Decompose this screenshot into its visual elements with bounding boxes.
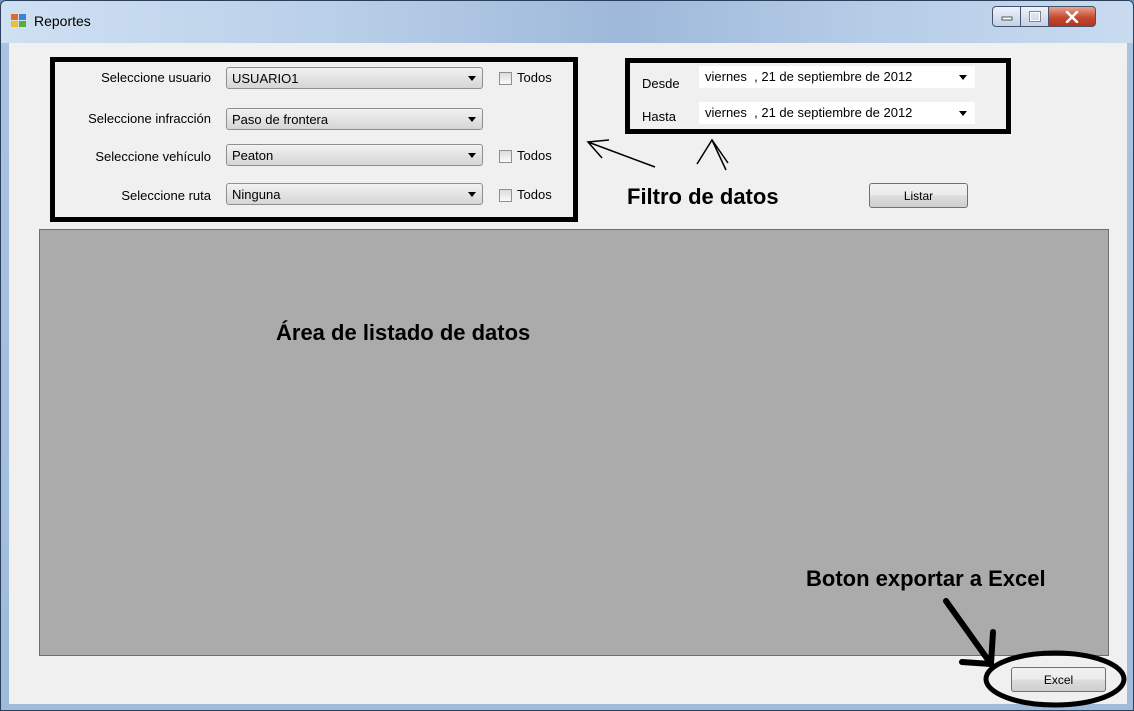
filter-highlight-box bbox=[50, 57, 578, 222]
maximize-button[interactable] bbox=[1020, 6, 1049, 27]
annotation-filtro: Filtro de datos bbox=[627, 184, 779, 209]
minimize-icon bbox=[1001, 16, 1012, 20]
title-bar[interactable]: Reportes bbox=[1, 1, 1133, 43]
annotation-area: Área de listado de datos bbox=[276, 320, 531, 345]
listar-button[interactable]: Listar bbox=[869, 183, 968, 208]
maximize-icon bbox=[1028, 11, 1041, 22]
close-button[interactable] bbox=[1048, 6, 1096, 27]
close-icon bbox=[1065, 10, 1079, 23]
minimize-button[interactable] bbox=[992, 6, 1021, 27]
window-title: Reportes bbox=[34, 13, 91, 29]
excel-button[interactable]: Excel bbox=[1011, 667, 1106, 692]
date-highlight-box bbox=[625, 58, 1011, 134]
annotation-excel: Boton exportar a Excel bbox=[806, 566, 1046, 591]
app-icon bbox=[11, 14, 27, 28]
